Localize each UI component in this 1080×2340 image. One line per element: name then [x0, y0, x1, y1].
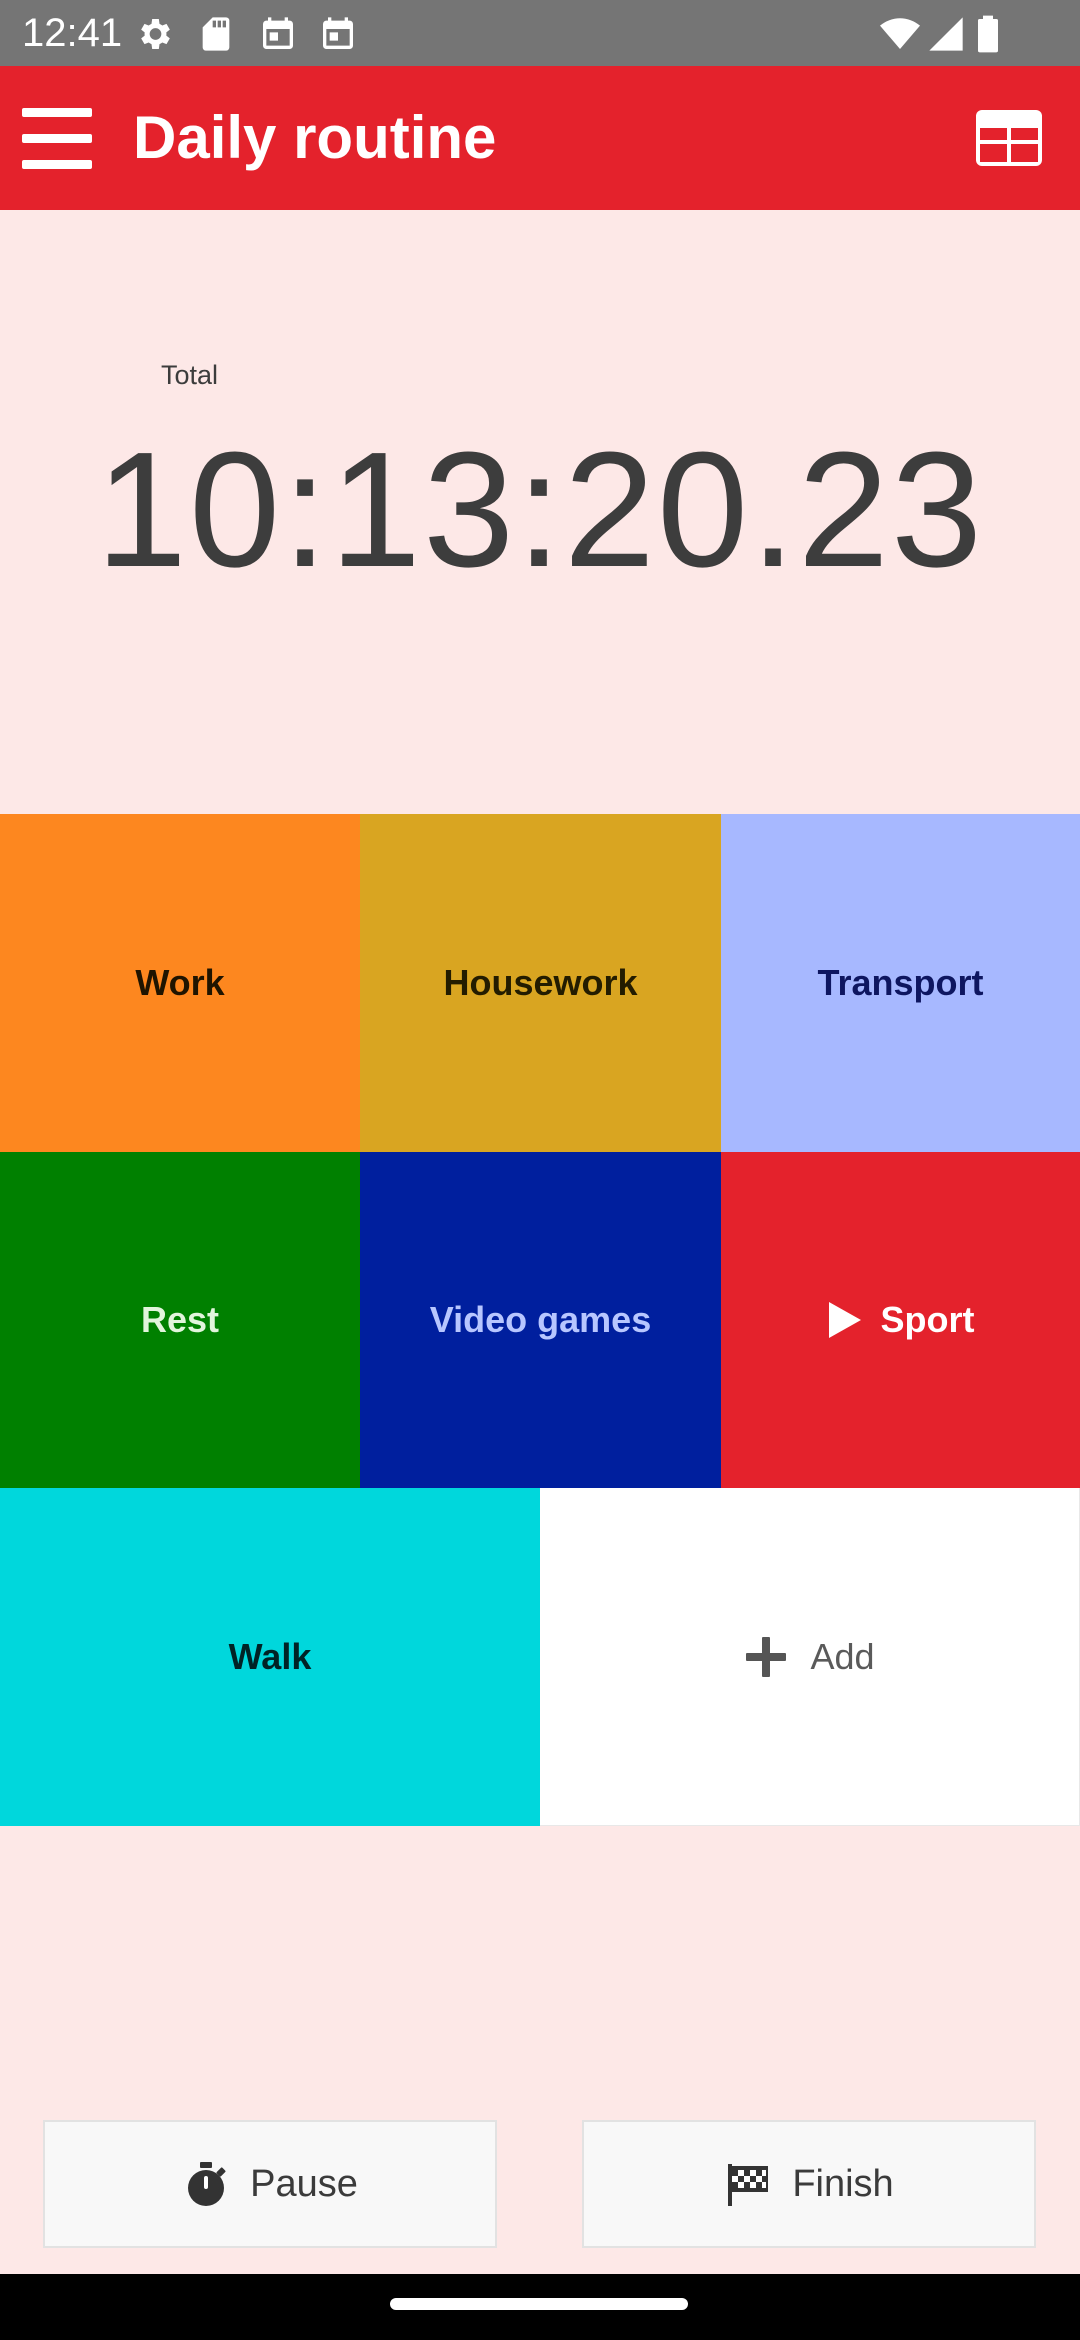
activity-tile-rest[interactable]: Rest [0, 1152, 360, 1488]
settings-icon [134, 14, 174, 54]
checkered-flag-icon [724, 2160, 772, 2208]
activity-label: Video games [429, 1299, 652, 1340]
total-label: Total [161, 360, 219, 390]
wifi-icon [880, 14, 920, 54]
pause-label: Pause [250, 2162, 358, 2205]
activity-label: Housework [443, 962, 638, 1003]
activity-tile-transport[interactable]: Transport [721, 814, 1080, 1152]
battery-icon [974, 14, 1002, 54]
activity-label: Sport [880, 1299, 975, 1340]
status-bar: 12:41 [0, 0, 1080, 66]
add-label: Add [810, 1635, 875, 1677]
app-bar: Daily routine [0, 66, 1080, 210]
stopwatch-icon [182, 2160, 230, 2208]
finish-label: Finish [792, 2162, 894, 2205]
home-gesture-handle[interactable] [390, 2298, 688, 2310]
status-time: 12:41 [22, 11, 123, 55]
play-icon [827, 1300, 863, 1340]
calendar-icon [318, 14, 358, 54]
activity-tile-sport[interactable]: Sport [721, 1152, 1080, 1488]
activity-label: Transport [817, 962, 984, 1003]
cellular-signal-icon [926, 14, 966, 54]
plus-icon [744, 1635, 788, 1679]
activity-label: Walk [228, 1636, 312, 1677]
sd-card-icon [196, 14, 236, 54]
navigation-bar [0, 2274, 1080, 2340]
page-title: Daily routine [133, 104, 497, 171]
calendar-icon [258, 14, 298, 54]
activity-tile-walk[interactable]: Walk [0, 1488, 540, 1826]
activity-tile-video-games[interactable]: Video games [360, 1152, 721, 1488]
activity-label: Work [135, 962, 225, 1003]
total-time-display: 10:13:20.23 [95, 418, 985, 601]
pause-button[interactable]: Pause [43, 2120, 497, 2248]
activity-tile-housework[interactable]: Housework [360, 814, 721, 1152]
finish-button[interactable]: Finish [582, 2120, 1036, 2248]
activity-label: Rest [140, 1299, 220, 1340]
hamburger-menu-icon[interactable] [20, 102, 94, 176]
activity-tile-work[interactable]: Work [0, 814, 360, 1152]
table-view-icon[interactable] [974, 108, 1044, 168]
add-activity-button[interactable]: Add [540, 1488, 1080, 1826]
